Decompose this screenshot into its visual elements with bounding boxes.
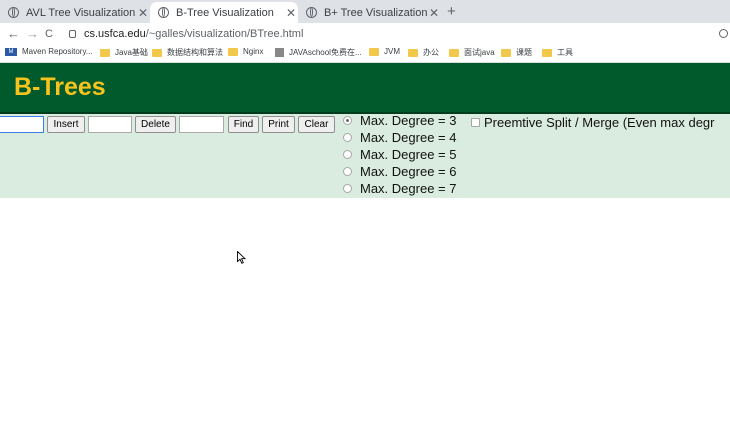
close-icon[interactable]: ✕ [284, 6, 298, 20]
forward-arrow-icon[interactable]: → [26, 26, 39, 42]
folder-icon [449, 48, 459, 57]
degree-label: Max. Degree = 7 [360, 180, 457, 196]
bookmark-label: Nginx [243, 47, 264, 56]
folder-icon [369, 47, 379, 56]
degree-label: Max. Degree = 3 [360, 112, 457, 128]
bookmark-javaschool[interactable]: JAVAschool免费在... [275, 47, 362, 58]
back-arrow-icon[interactable]: ← [7, 26, 20, 42]
bookmark-label: 面试java [464, 48, 495, 57]
mouse-cursor-icon [237, 251, 246, 264]
folder-icon [501, 48, 511, 57]
preemptive-checkbox[interactable] [471, 118, 480, 127]
degree-label: Max. Degree = 6 [360, 163, 457, 179]
bookmark-java-basics[interactable]: Java基础 [100, 47, 148, 58]
radio-button[interactable] [343, 149, 352, 159]
site-icon [275, 48, 284, 57]
find-button[interactable]: Find [228, 116, 259, 133]
search-icon[interactable] [719, 29, 728, 38]
folder-icon [100, 48, 110, 57]
degree-option-3[interactable]: Max. Degree = 3 [343, 112, 456, 128]
globe-icon [8, 7, 19, 18]
page-title: B-Trees [14, 73, 106, 101]
radio-button[interactable] [343, 166, 352, 176]
folder-icon [228, 47, 238, 56]
browser-toolbar: ← → C cs.usfca.edu/~galles/visualization… [0, 23, 730, 45]
bookmark-label: 课题 [516, 48, 532, 57]
clear-button[interactable]: Clear [298, 116, 335, 133]
degree-label: Max. Degree = 4 [360, 129, 457, 145]
bookmark-data-structures[interactable]: 数据结构和算法 [152, 47, 223, 58]
bookmark-label: JVM [384, 47, 400, 56]
close-icon[interactable]: ✕ [136, 6, 150, 20]
delete-input[interactable] [88, 116, 132, 133]
folder-icon [542, 48, 552, 57]
bookmark-maven[interactable]: M Maven Repository... [5, 47, 93, 56]
tab-b-tree[interactable]: B-Tree Visualization ✕ [150, 2, 298, 23]
print-button[interactable]: Print [262, 116, 295, 133]
globe-icon [158, 7, 169, 18]
lock-icon [69, 30, 76, 38]
find-input[interactable] [179, 116, 224, 133]
globe-icon [306, 7, 317, 18]
degree-label: Max. Degree = 5 [360, 146, 457, 162]
bookmark-office[interactable]: 办公 [408, 47, 439, 58]
folder-icon [152, 48, 162, 57]
tab-title: B-Tree Visualization [176, 6, 274, 19]
close-icon[interactable]: ✕ [427, 6, 441, 20]
degree-option-5[interactable]: Max. Degree = 5 [343, 146, 456, 162]
radio-button[interactable] [343, 115, 352, 125]
delete-button[interactable]: Delete [135, 116, 176, 133]
tab-title: B+ Tree Visualization [324, 6, 427, 19]
bookmarks-bar: M Maven Repository... Java基础 数据结构和算法 Ngin… [0, 45, 730, 63]
tab-b-plus-tree[interactable]: B+ Tree Visualization ✕ [298, 2, 441, 23]
bookmark-topics[interactable]: 课题 [501, 47, 532, 58]
url-host: cs.usfca.edu [84, 28, 146, 40]
page-header: B-Trees [0, 63, 730, 114]
new-tab-plus-icon[interactable]: + [447, 3, 456, 20]
degree-option-4[interactable]: Max. Degree = 4 [343, 129, 456, 145]
bookmark-label: 工具 [557, 48, 573, 57]
bookmark-jvm[interactable]: JVM [369, 47, 400, 56]
bookmark-label: Maven Repository... [22, 47, 93, 56]
insert-button[interactable]: Insert [47, 116, 85, 133]
tab-avl-tree[interactable]: AVL Tree Visualization ✕ [0, 2, 150, 23]
url-path: /~galles/visualization/BTree.html [145, 28, 304, 40]
bookmark-label: 办公 [423, 48, 439, 57]
insert-input[interactable] [0, 116, 44, 133]
maven-icon: M [5, 47, 17, 56]
address-bar[interactable]: cs.usfca.edu/~galles/visualization/BTree… [84, 28, 303, 40]
tab-strip: AVL Tree Visualization ✕ B-Tree Visualiz… [0, 0, 730, 23]
radio-button[interactable] [343, 183, 352, 193]
preemptive-label: Preemtive Split / Merge (Even max degr [484, 115, 715, 130]
bookmark-label: JAVAschool免费在... [289, 48, 362, 57]
bookmark-label: Java基础 [115, 48, 148, 57]
bookmark-label: 数据结构和算法 [167, 48, 223, 57]
bookmark-interview-java[interactable]: 面试java [449, 47, 495, 58]
bookmark-nginx[interactable]: Nginx [228, 47, 263, 56]
bookmark-tools[interactable]: 工具 [542, 47, 573, 58]
degree-option-6[interactable]: Max. Degree = 6 [343, 163, 456, 179]
tab-title: AVL Tree Visualization [26, 6, 136, 19]
reload-icon[interactable]: C [45, 26, 53, 42]
folder-icon [408, 48, 418, 57]
degree-option-7[interactable]: Max. Degree = 7 [343, 180, 456, 196]
radio-button[interactable] [343, 132, 352, 142]
